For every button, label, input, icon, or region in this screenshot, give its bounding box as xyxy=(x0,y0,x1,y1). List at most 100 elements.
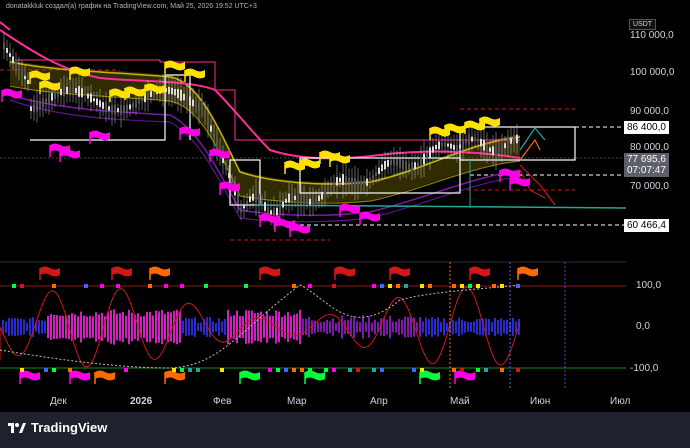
tradingview-logo[interactable]: TradingView xyxy=(8,420,107,435)
candle-body xyxy=(465,140,467,144)
histogram-bar xyxy=(38,320,40,334)
candle-body xyxy=(279,203,281,214)
candle-body xyxy=(300,194,302,205)
histogram-bar xyxy=(119,312,121,342)
histogram-bar xyxy=(332,318,334,336)
candle-body xyxy=(213,133,215,139)
histogram-bar xyxy=(491,322,493,332)
time-label: Июл xyxy=(610,396,631,407)
candle-body xyxy=(228,172,230,178)
flag-icon xyxy=(19,370,40,384)
candle-body xyxy=(360,181,362,187)
level-upper-badge: 86 400,0 xyxy=(624,121,669,134)
candle-body xyxy=(9,53,11,57)
histogram-bar xyxy=(455,320,457,334)
histogram-bar xyxy=(53,314,55,340)
candle-body xyxy=(435,144,437,150)
histogram-bar xyxy=(26,322,28,332)
histogram-bar xyxy=(239,315,241,339)
signal-marker xyxy=(268,368,272,372)
histogram-bar xyxy=(446,322,448,332)
flag-icon xyxy=(334,266,355,280)
candle-body xyxy=(327,187,329,191)
histogram-bar xyxy=(407,316,409,338)
candle-body xyxy=(504,143,506,149)
histogram-bar xyxy=(464,321,466,333)
signal-marker xyxy=(292,284,296,288)
candle-body xyxy=(333,181,335,186)
histogram-bar xyxy=(80,311,82,343)
candle-body xyxy=(27,80,29,84)
candle-body xyxy=(183,93,185,101)
histogram-bar xyxy=(272,315,274,339)
histogram-bar xyxy=(59,315,61,339)
time-label: Мар xyxy=(287,396,307,407)
signal-marker xyxy=(124,368,128,372)
histogram-bar xyxy=(170,312,172,342)
histogram-bar xyxy=(440,321,442,333)
candle-body xyxy=(177,88,179,99)
brand-name: TradingView xyxy=(31,420,108,435)
signal-marker xyxy=(52,368,56,372)
histogram-bar xyxy=(257,312,259,342)
candle-body xyxy=(3,42,5,50)
histogram-bar xyxy=(281,316,283,338)
histogram-bar xyxy=(248,310,250,344)
histogram-bar xyxy=(245,310,247,344)
histogram-bar xyxy=(179,311,181,343)
signal-marker xyxy=(52,284,56,288)
flag-icon xyxy=(454,370,475,384)
candle-body xyxy=(39,100,41,109)
candle-body xyxy=(57,90,59,97)
price-tick: 90 000,0 xyxy=(630,106,669,117)
histogram-bar xyxy=(23,319,25,335)
osc-tick: 100,0 xyxy=(636,280,662,291)
candle-body xyxy=(114,105,116,115)
histogram-bar xyxy=(320,322,322,332)
flag-icon xyxy=(164,370,185,384)
candle-body xyxy=(369,178,371,182)
candle-body xyxy=(492,146,494,156)
candle-body xyxy=(345,176,347,184)
candle-body xyxy=(63,85,65,97)
candle-body xyxy=(24,75,26,80)
histogram-bar xyxy=(335,322,337,332)
histogram-bar xyxy=(122,311,124,343)
histogram-bar xyxy=(56,315,58,339)
osc-histogram xyxy=(2,309,520,345)
candle-body xyxy=(273,208,275,218)
histogram-bar xyxy=(371,322,373,332)
candle-body xyxy=(456,145,458,152)
histogram-bar xyxy=(365,322,367,332)
candle-body xyxy=(321,191,323,200)
histogram-bar xyxy=(95,312,97,342)
signal-marker xyxy=(380,368,384,372)
candle-body xyxy=(96,98,98,106)
histogram-bar xyxy=(209,317,211,337)
flag-icon xyxy=(259,266,280,280)
signal-marker xyxy=(300,368,304,372)
price-tick: 80 000,0 xyxy=(630,142,669,153)
candle-body xyxy=(69,86,71,94)
candle-body xyxy=(417,162,419,166)
candle-body xyxy=(405,161,407,171)
signal-marker xyxy=(452,368,456,372)
histogram-bar xyxy=(161,310,163,344)
signal-marker xyxy=(412,368,416,372)
candle-body xyxy=(324,188,326,197)
signal-marker xyxy=(116,284,120,288)
time-label: Фев xyxy=(213,396,232,407)
candle-body xyxy=(45,98,47,103)
signal-marker xyxy=(308,368,312,372)
signal-marker xyxy=(204,284,208,288)
histogram-bar xyxy=(329,320,331,334)
signal-marker xyxy=(420,284,424,288)
histogram-bar xyxy=(251,310,253,344)
candle-body xyxy=(423,153,425,165)
currency-label[interactable]: USDT xyxy=(629,19,657,30)
candle-body xyxy=(462,139,464,149)
candle-body xyxy=(288,193,290,203)
candle-body xyxy=(267,207,269,213)
signal-marker xyxy=(484,368,488,372)
main-chart[interactable] xyxy=(0,14,690,390)
